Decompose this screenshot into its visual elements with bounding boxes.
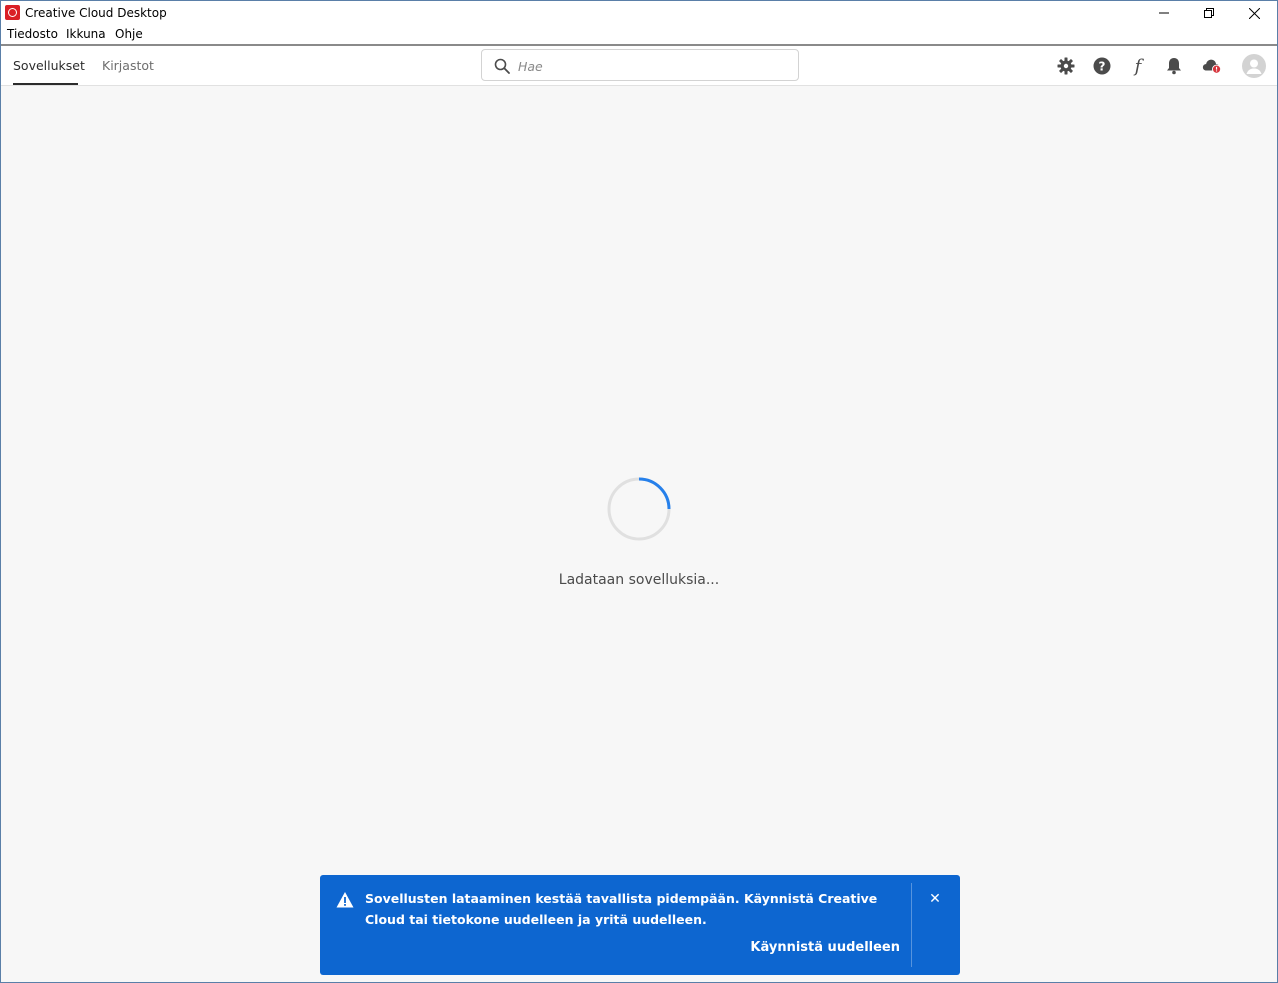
loading-text: Ladataan sovelluksia... (558, 572, 720, 588)
tab-kirjastot[interactable]: Kirjastot (102, 58, 154, 73)
restore-icon (1204, 8, 1214, 18)
gear-icon (1057, 57, 1075, 75)
menu-ikkuna[interactable]: Ikkuna (66, 27, 106, 41)
search-input[interactable] (518, 56, 788, 76)
menu-tiedosto[interactable]: Tiedosto (7, 27, 58, 41)
help-button[interactable]: ? (1092, 56, 1112, 76)
warning-toast: Sovellusten lataaminen kestää tavallista… (320, 875, 960, 975)
active-tab-indicator (13, 83, 78, 85)
search-box[interactable] (481, 49, 799, 81)
fonts-button[interactable]: f (1128, 56, 1148, 76)
tab-sovellukset[interactable]: Sovellukset (13, 58, 85, 73)
restore-button[interactable] (1186, 1, 1232, 25)
search-icon (494, 58, 510, 74)
warning-icon (336, 892, 354, 908)
svg-text:?: ? (1099, 60, 1106, 74)
close-icon (1248, 7, 1260, 19)
avatar-button[interactable] (1241, 53, 1267, 79)
avatar-icon (1242, 54, 1266, 78)
main-content: Ladataan sovelluksia... (1, 86, 1277, 982)
menu-ohje[interactable]: Ohje (115, 27, 143, 41)
creative-cloud-logo-icon (5, 5, 20, 20)
cloud-status-button[interactable] (1202, 56, 1222, 76)
notifications-button[interactable] (1164, 56, 1184, 76)
settings-button[interactable] (1056, 56, 1076, 76)
minimize-button[interactable] (1141, 1, 1187, 25)
window-title: Creative Cloud Desktop (25, 6, 167, 20)
loading-spinner-icon (607, 477, 671, 541)
toast-divider (911, 883, 912, 967)
minimize-icon (1159, 12, 1169, 14)
close-icon: ✕ (929, 891, 941, 907)
restart-button[interactable]: Käynnistä uudelleen (720, 940, 900, 955)
app-header: Sovellukset Kirjastot Hae ? f (1, 46, 1277, 86)
bell-icon (1167, 58, 1181, 75)
toast-message: Sovellusten lataaminen kestää tavallista… (365, 891, 878, 927)
cloud-alert-icon (1202, 59, 1222, 74)
svg-text:f: f (1133, 56, 1145, 76)
fonts-icon: f (1133, 56, 1145, 76)
help-icon: ? (1093, 57, 1111, 75)
menu-bar: Tiedosto Ikkuna Ohje (1, 25, 1277, 44)
title-bar: Creative Cloud Desktop (1, 1, 1277, 25)
toast-close-button[interactable]: ✕ (925, 889, 945, 909)
close-window-button[interactable] (1231, 1, 1277, 25)
